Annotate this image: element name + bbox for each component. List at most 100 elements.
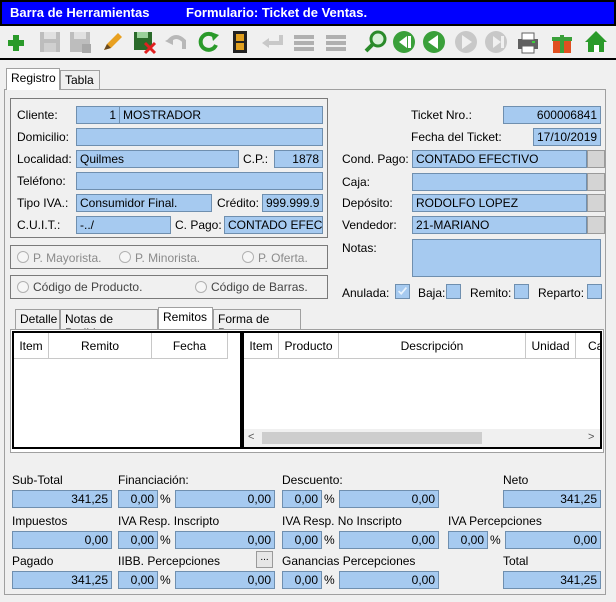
- cuit-field[interactable]: -../: [76, 216, 171, 234]
- subtotal-field[interactable]: 341,25: [12, 490, 112, 508]
- p-mayorista-label: P. Mayorista.: [33, 251, 102, 265]
- pagado-field[interactable]: 341,25: [12, 571, 112, 589]
- printer-icon[interactable]: [514, 28, 542, 56]
- baja-checkbox[interactable]: [446, 284, 461, 299]
- scroll-left-arrow[interactable]: <: [248, 431, 254, 443]
- p-mayorista-radio[interactable]: [17, 251, 29, 263]
- descuento-field[interactable]: 0,00: [339, 490, 439, 508]
- reparto-checkbox[interactable]: [587, 284, 602, 299]
- domicilio-field[interactable]: [76, 128, 323, 146]
- col-fecha[interactable]: Fecha: [152, 333, 228, 359]
- codigo-producto-radio[interactable]: [17, 281, 29, 293]
- horizontal-scrollbar[interactable]: < >: [244, 429, 600, 447]
- neto-field[interactable]: 341,25: [503, 490, 601, 508]
- remito-checkbox[interactable]: [514, 284, 529, 299]
- pct-sign: %: [160, 533, 171, 547]
- tab-remitos[interactable]: Remitos: [158, 307, 213, 329]
- total-field[interactable]: 341,25: [503, 571, 601, 589]
- neto-label: Neto: [503, 473, 529, 487]
- home-icon[interactable]: [582, 28, 610, 56]
- first-icon[interactable]: [390, 28, 418, 56]
- localidad-field[interactable]: Quilmes: [76, 150, 239, 168]
- financiacion-pct-field[interactable]: 0,00: [118, 490, 158, 508]
- add-icon[interactable]: [2, 28, 30, 56]
- notas-label: Notas:: [342, 241, 377, 255]
- tab-notas-pedido[interactable]: Notas de Pedido: [60, 309, 158, 340]
- search-icon[interactable]: [362, 28, 390, 56]
- codigo-barras-radio[interactable]: [195, 281, 207, 293]
- iva-ri-field[interactable]: 0,00: [175, 531, 275, 549]
- cliente-name-field[interactable]: MOSTRADOR: [119, 106, 323, 124]
- caja-field[interactable]: [412, 173, 587, 191]
- fecha-ticket-field[interactable]: 17/10/2019: [533, 128, 601, 146]
- film-icon[interactable]: [226, 28, 254, 56]
- deposito-field[interactable]: RODOLFO LOPEZ: [412, 194, 587, 212]
- iibb-detail-button[interactable]: ...: [256, 551, 273, 568]
- p-minorista-radio[interactable]: [119, 251, 131, 263]
- col-cantidad[interactable]: Ca: [576, 333, 600, 359]
- save-disabled-icon[interactable]: [66, 28, 94, 56]
- caja-button[interactable]: [587, 173, 605, 191]
- refresh-icon[interactable]: [194, 28, 222, 56]
- list2-icon[interactable]: [322, 28, 350, 56]
- tipo-iva-field[interactable]: Consumidor Final.: [76, 194, 212, 212]
- financiacion-field[interactable]: 0,00: [175, 490, 275, 508]
- save-icon[interactable]: [36, 28, 64, 56]
- undo-icon[interactable]: [162, 28, 190, 56]
- iva-perc-pct-field[interactable]: 0,00: [448, 531, 488, 549]
- vendedor-button[interactable]: [587, 216, 605, 234]
- iva-rni-field[interactable]: 0,00: [339, 531, 439, 549]
- detail-grid[interactable]: Item Producto Descripción Unidad Ca < >: [242, 331, 602, 449]
- iva-rni-pct-field[interactable]: 0,00: [282, 531, 322, 549]
- ticket-nro-field[interactable]: 600006841: [503, 106, 601, 124]
- telefono-field[interactable]: [76, 172, 323, 190]
- pct-sign: %: [324, 492, 335, 506]
- iva-ri-pct-field[interactable]: 0,00: [118, 531, 158, 549]
- tab-tabla[interactable]: Tabla: [60, 70, 100, 90]
- list-icon[interactable]: [290, 28, 318, 56]
- tab-detalle[interactable]: Detalle: [15, 309, 60, 329]
- subtotal-label: Sub-Total: [12, 473, 63, 487]
- iibb-field[interactable]: 0,00: [175, 571, 275, 589]
- anulada-checkbox[interactable]: [395, 284, 410, 299]
- scroll-right-arrow[interactable]: >: [588, 431, 594, 443]
- credito-field[interactable]: 999.999.9: [262, 194, 323, 212]
- col-descripcion[interactable]: Descripción: [339, 333, 526, 359]
- back-arrow-icon[interactable]: [258, 28, 286, 56]
- col-remito[interactable]: Remito: [49, 333, 152, 359]
- cp-field[interactable]: 1878: [274, 150, 323, 168]
- remitos-grid[interactable]: Item Remito Fecha: [12, 331, 242, 449]
- ganancias-pct-field[interactable]: 0,00: [282, 571, 322, 589]
- cond-pago-button[interactable]: [587, 150, 605, 168]
- scroll-thumb[interactable]: [262, 432, 482, 444]
- anulada-label: Anulada:: [342, 286, 390, 300]
- c-pago-field[interactable]: CONTADO EFEC: [224, 216, 323, 234]
- ganancias-field[interactable]: 0,00: [339, 571, 439, 589]
- col-item[interactable]: Item: [14, 333, 49, 359]
- vendedor-field[interactable]: 21-MARIANO: [412, 216, 587, 234]
- cliente-number-field[interactable]: 1: [76, 106, 120, 124]
- tab-registro[interactable]: Registro: [6, 68, 60, 90]
- edit-icon[interactable]: [98, 28, 126, 56]
- impuestos-field[interactable]: 0,00: [12, 531, 112, 549]
- iva-perc-field[interactable]: 0,00: [505, 531, 601, 549]
- p-oferta-radio[interactable]: [242, 251, 254, 263]
- col-producto[interactable]: Producto: [279, 333, 339, 359]
- cond-pago-field[interactable]: CONTADO EFECTIVO: [412, 150, 587, 168]
- descuento-pct-field[interactable]: 0,00: [282, 490, 322, 508]
- pct-sign: %: [324, 533, 335, 547]
- prev-icon[interactable]: [420, 28, 448, 56]
- toolbar: [0, 26, 616, 60]
- col-item[interactable]: Item: [244, 333, 279, 359]
- col-unidad[interactable]: Unidad: [526, 333, 576, 359]
- deposito-button[interactable]: [587, 194, 605, 212]
- notas-field[interactable]: [412, 239, 601, 277]
- next-icon[interactable]: [452, 28, 480, 56]
- credito-label: Crédito:: [217, 196, 260, 210]
- iibb-pct-field[interactable]: 0,00: [118, 571, 158, 589]
- gift-icon[interactable]: [548, 28, 576, 56]
- last-icon[interactable]: [482, 28, 510, 56]
- save-cancel-icon[interactable]: [130, 28, 158, 56]
- p-minorista-label: P. Minorista.: [135, 251, 201, 265]
- tab-forma-pago[interactable]: Forma de Pago: [213, 309, 301, 340]
